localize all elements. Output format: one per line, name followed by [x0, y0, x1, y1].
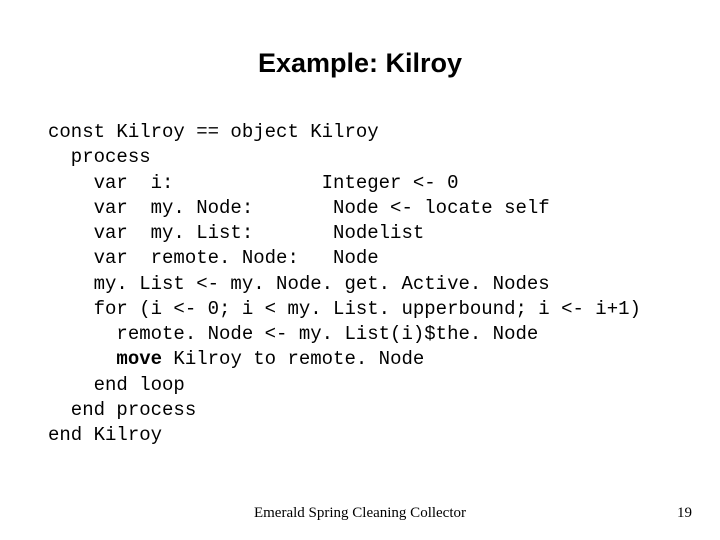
code-line: const Kilroy == object Kilroy	[48, 121, 379, 143]
keyword-move: move	[116, 348, 162, 370]
slide-title: Example: Kilroy	[0, 48, 720, 79]
code-line: remote. Node <- my. List(i)$the. Node	[48, 323, 538, 345]
code-line: for (i <- 0; i < my. List. upperbound; i…	[48, 298, 641, 320]
code-line: end process	[48, 399, 196, 421]
code-line: var remote. Node: Node	[48, 247, 379, 269]
code-line: var my. Node: Node <- locate self	[48, 197, 550, 219]
code-line: my. List <- my. Node. get. Active. Nodes	[48, 273, 550, 295]
code-block: const Kilroy == object Kilroy process va…	[48, 120, 641, 448]
code-line: var my. List: Nodelist	[48, 222, 424, 244]
code-line: move Kilroy to remote. Node	[48, 348, 424, 370]
footer-text: Emerald Spring Cleaning Collector	[0, 505, 720, 522]
slide: Example: Kilroy const Kilroy == object K…	[0, 0, 720, 540]
code-line: end loop	[48, 374, 185, 396]
code-line: end Kilroy	[48, 424, 162, 446]
page-number: 19	[677, 505, 692, 522]
code-line: process	[48, 146, 151, 168]
code-line: var i: Integer <- 0	[48, 172, 458, 194]
